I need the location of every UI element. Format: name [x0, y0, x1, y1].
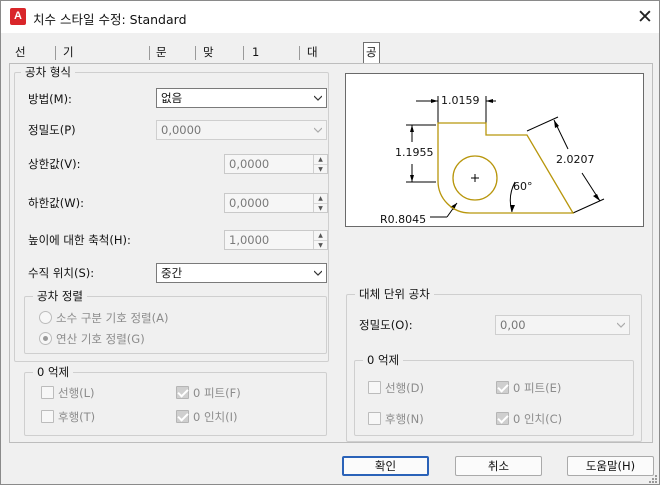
tab-fit[interactable]: 맞춤 [201, 43, 216, 77]
group-legend: 대체 단위 공차 [355, 287, 434, 301]
alt-zero-feet-label: 0 피트(E) [513, 381, 562, 395]
spin-up-icon[interactable]: ▲ [314, 155, 327, 164]
decimal-separator-label: 소수 구분 기호 정렬(A) [56, 311, 169, 325]
tab-separator [55, 46, 56, 60]
tab-separator [149, 46, 150, 60]
dimension-text-top: 1.0159 [441, 94, 480, 107]
chevron-down-icon [617, 322, 625, 328]
upper-value: 0,0000 [229, 157, 270, 171]
trailing-zero-checkbox[interactable] [41, 410, 54, 423]
alt-precision-select[interactable]: 0,00 [495, 315, 630, 335]
group-legend: 0 억제 [33, 365, 74, 379]
alt-leading-zero-checkbox[interactable] [368, 381, 381, 394]
group-legend: 공차 형식 [21, 65, 75, 79]
autocad-app-icon: A [10, 8, 26, 25]
operator-symbol-radio[interactable] [39, 332, 52, 345]
tab-separator [243, 46, 244, 60]
tab-primary-units[interactable]: 1차 단위 [250, 43, 265, 113]
leading-zero-checkbox[interactable] [41, 386, 54, 399]
lower-value: 0,0000 [229, 196, 270, 210]
alt-zero-feet-checkbox[interactable] [496, 381, 509, 394]
ok-button[interactable]: 확인 [342, 456, 429, 476]
group-legend: 0 억제 [363, 353, 404, 367]
height-scale-label: 높이에 대한 축척(H): [28, 233, 131, 247]
zero-feet-label: 0 피트(F) [193, 386, 241, 400]
alt-zero-inches-label: 0 인치(C) [513, 412, 563, 426]
spin-up-icon[interactable]: ▲ [314, 194, 327, 203]
leading-zero-label: 선행(L) [58, 386, 95, 400]
resize-grip-icon[interactable] [647, 473, 657, 483]
height-scale-spinner[interactable]: 1,0000 ▲ ▼ [224, 230, 328, 250]
zero-inches-checkbox[interactable] [176, 410, 189, 423]
title-bar: A 치수 스타일 수정: Standard ✕ [1, 1, 659, 33]
dimension-text-left: 1.1955 [395, 146, 434, 159]
group-legend: 공차 정렬 [33, 289, 87, 303]
close-icon[interactable]: ✕ [633, 5, 657, 29]
alt-zero-inches-checkbox[interactable] [496, 412, 509, 425]
tab-symbols-arrows[interactable]: 기호 및 화살표 [61, 43, 76, 149]
alt-leading-zero-label: 선행(D) [385, 381, 424, 395]
window-title: 치수 스타일 수정: Standard [33, 12, 187, 27]
precision-select[interactable]: 0,0000 [156, 120, 327, 140]
method-label: 방법(M): [28, 92, 72, 106]
tab-alternate-units[interactable]: 대체 단위 [305, 43, 320, 113]
dialog-window: A 치수 스타일 수정: Standard ✕ 선 기호 및 화살표 문자 맞춤… [0, 0, 660, 485]
help-button[interactable]: 도움말(H) [567, 456, 654, 476]
upper-value-spinner[interactable]: 0,0000 ▲ ▼ [224, 154, 328, 174]
precision-value: 0,0000 [161, 123, 202, 137]
chevron-down-icon [314, 95, 322, 101]
angle-text: 60° [513, 180, 533, 193]
vertical-position-value: 중간 [161, 266, 183, 280]
vertical-position-select[interactable]: 중간 [156, 263, 327, 283]
alt-precision-value: 0,00 [500, 318, 526, 332]
tab-separator [299, 46, 300, 60]
tab-separator [195, 46, 196, 60]
tab-text[interactable]: 문자 [154, 43, 169, 77]
operator-symbol-label: 연산 기호 정렬(G) [56, 332, 145, 346]
cancel-button[interactable]: 취소 [455, 456, 542, 476]
precision-label: 정밀도(P) [28, 123, 76, 137]
preview-drawing [406, 96, 605, 218]
spin-down-icon[interactable]: ▼ [314, 240, 327, 249]
zero-inches-label: 0 인치(I) [193, 410, 238, 424]
height-scale-value: 1,0000 [229, 233, 270, 247]
dimension-text-right: 2.0207 [556, 153, 595, 166]
zero-feet-checkbox[interactable] [176, 386, 189, 399]
method-select[interactable]: 없음 [156, 88, 327, 108]
spin-down-icon[interactable]: ▼ [314, 203, 327, 212]
alt-trailing-zero-label: 후행(N) [385, 412, 424, 426]
zero-suppression-group: 0 억제 [24, 365, 327, 436]
spin-up-icon[interactable]: ▲ [314, 231, 327, 240]
lower-value-spinner[interactable]: 0,0000 ▲ ▼ [224, 193, 328, 213]
dimension-preview: 1.0159 1.1955 2.0207 60° R0.8045 [345, 73, 644, 227]
chevron-down-icon [314, 270, 322, 276]
vertical-position-label: 수직 위치(S): [28, 266, 95, 280]
method-value: 없음 [161, 91, 183, 105]
upper-value-label: 상한값(V): [28, 157, 81, 171]
trailing-zero-label: 후행(T) [58, 410, 96, 424]
lower-value-label: 하한값(W): [28, 196, 84, 210]
part-outline [437, 122, 575, 214]
chevron-down-icon [314, 127, 322, 133]
tab-lines[interactable]: 선 [13, 43, 28, 63]
alt-trailing-zero-checkbox[interactable] [368, 412, 381, 425]
spin-down-icon[interactable]: ▼ [314, 164, 327, 173]
tab-tolerances[interactable]: 공차 [363, 42, 380, 77]
decimal-separator-radio[interactable] [39, 311, 52, 324]
radius-text: R0.8045 [380, 213, 427, 226]
alt-precision-label: 정밀도(O): [359, 318, 413, 332]
